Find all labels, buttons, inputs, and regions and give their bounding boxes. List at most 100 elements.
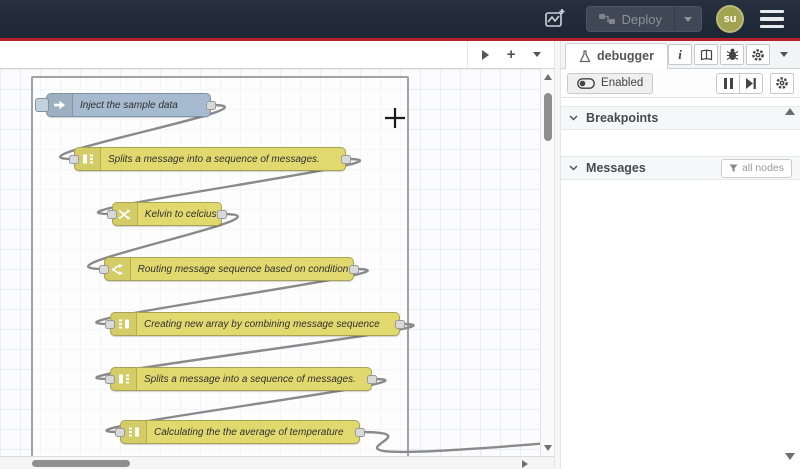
messages-list	[561, 180, 800, 469]
input-port[interactable]	[105, 375, 115, 384]
input-port[interactable]	[69, 155, 79, 164]
inject-trigger-button[interactable]	[35, 98, 49, 112]
pause-icon	[723, 77, 733, 89]
workspace-tabbar: +	[0, 41, 555, 69]
main-area: + Inject the sample data Splits a message…	[0, 41, 800, 469]
node-label: Splits a message into a sequence of mess…	[108, 153, 320, 165]
section-title: Breakpoints	[586, 111, 659, 125]
sidebar-tab-buttons: i	[668, 44, 796, 68]
section-title: Messages	[586, 161, 646, 175]
node-label: Inject the sample data	[80, 99, 178, 111]
input-port[interactable]	[105, 320, 115, 329]
messages-section-header[interactable]: Messages all nodes	[561, 156, 800, 180]
flow-node-join[interactable]: Calculating the the average of temperatu…	[115, 420, 365, 444]
info-icon: i	[678, 46, 682, 62]
flask-icon	[579, 49, 591, 63]
chevron-down-icon	[533, 52, 542, 57]
workspace-pane: + Inject the sample data Splits a message…	[0, 41, 555, 469]
toggle-on-icon	[577, 77, 595, 89]
add-flow-button[interactable]: +	[500, 45, 522, 65]
scroll-right-icon[interactable]	[522, 460, 529, 468]
sidebar: debugger i Enabled Breakpoints Messages …	[561, 41, 800, 469]
enabled-label: Enabled	[601, 77, 644, 89]
gear-icon	[751, 48, 765, 62]
node-red-app: Deploy su + Inject the sample data Split…	[0, 0, 800, 469]
flow-export-button[interactable]	[538, 5, 572, 33]
spacer	[561, 98, 800, 106]
deploy-options-button[interactable]	[674, 7, 701, 31]
flow-node-split[interactable]: Splits a message into a sequence of mess…	[105, 367, 377, 391]
info-button[interactable]: i	[668, 44, 692, 65]
sidebar-tabbar: debugger i	[561, 41, 800, 69]
main-menu-button[interactable]	[758, 6, 786, 33]
sidebar-menu-button[interactable]	[772, 44, 796, 65]
output-port[interactable]	[355, 428, 365, 437]
sidebar-scroll-down-icon[interactable]	[785, 453, 795, 460]
flow-node-inject[interactable]: Inject the sample data	[35, 93, 216, 117]
breakpoints-section-header[interactable]: Breakpoints	[561, 106, 800, 130]
breakpoints-list	[561, 130, 800, 156]
deploy-button[interactable]: Deploy	[587, 7, 674, 31]
tabbar-controls: +	[467, 41, 554, 68]
flow-list-button[interactable]	[526, 45, 548, 65]
input-port[interactable]	[115, 428, 125, 437]
tab-scroll-right-button[interactable]	[474, 45, 496, 65]
output-port[interactable]	[367, 375, 377, 384]
scroll-up-icon[interactable]	[544, 74, 553, 80]
debug-button[interactable]	[720, 44, 744, 65]
hamburger-icon	[760, 9, 784, 14]
book-icon	[700, 49, 713, 61]
debugger-enabled-toggle[interactable]: Enabled	[567, 72, 654, 94]
input-port[interactable]	[107, 210, 117, 219]
settings-button[interactable]	[746, 44, 770, 65]
node-label: Splits a message into a sequence of mess…	[144, 373, 356, 385]
debugger-toolbar: Enabled	[561, 69, 800, 98]
chevron-down-icon	[569, 115, 578, 121]
deploy-flow-icon	[598, 13, 615, 25]
node-label: Calculating the the average of temperatu…	[154, 426, 344, 438]
flow-canvas[interactable]: Inject the sample data Splits a message i…	[0, 69, 555, 456]
chevron-down-icon	[569, 165, 578, 171]
bug-icon	[726, 48, 739, 61]
user-avatar[interactable]: su	[716, 5, 744, 33]
debugger-settings-button[interactable]	[770, 72, 794, 94]
play-icon	[481, 49, 489, 60]
sidebar-scroll-up-icon[interactable]	[785, 108, 795, 115]
canvas-vertical-scrollbar[interactable]	[540, 69, 555, 456]
deploy-button-group: Deploy	[585, 6, 702, 32]
avatar-initials: su	[723, 13, 737, 25]
flow-node-split[interactable]: Splits a message into a sequence of mess…	[69, 147, 351, 171]
flow-node-switch[interactable]: Routing message sequence based on condit…	[99, 257, 359, 281]
horizontal-scroll-thumb[interactable]	[32, 460, 130, 467]
node-label: Routing message sequence based on condit…	[137, 263, 349, 275]
flow-node-change[interactable]: Kelvin to celcius	[107, 202, 227, 226]
plus-icon: +	[506, 46, 516, 63]
step-forward-icon	[746, 77, 756, 89]
header: Deploy su	[0, 0, 800, 38]
step-button[interactable]	[739, 72, 763, 94]
message-filter-button[interactable]: all nodes	[720, 158, 792, 178]
flow-node-join[interactable]: Creating new array by combining message …	[105, 312, 405, 336]
pause-button[interactable]	[716, 72, 740, 94]
sidebar-splitter[interactable]	[554, 41, 562, 469]
funnel-icon	[729, 164, 738, 173]
help-button[interactable]	[694, 44, 718, 65]
input-port[interactable]	[99, 265, 109, 274]
scroll-down-icon[interactable]	[544, 445, 553, 451]
tab-debugger[interactable]: debugger	[565, 43, 668, 69]
chevron-down-icon	[780, 52, 788, 57]
output-port[interactable]	[341, 155, 351, 164]
chevron-down-icon	[684, 16, 692, 22]
inject-icon	[47, 94, 73, 116]
vertical-scroll-thumb[interactable]	[544, 93, 553, 141]
filter-label: all nodes	[741, 162, 784, 174]
node-label: Kelvin to celcius	[144, 208, 217, 220]
canvas-horizontal-scrollbar[interactable]	[0, 456, 555, 469]
gear-icon	[775, 76, 789, 90]
output-port[interactable]	[395, 320, 405, 329]
output-port[interactable]	[217, 210, 227, 219]
flow-sparkle-icon	[543, 7, 567, 31]
output-port[interactable]	[349, 265, 359, 274]
output-port[interactable]	[206, 101, 216, 110]
tab-label: debugger	[597, 49, 654, 63]
